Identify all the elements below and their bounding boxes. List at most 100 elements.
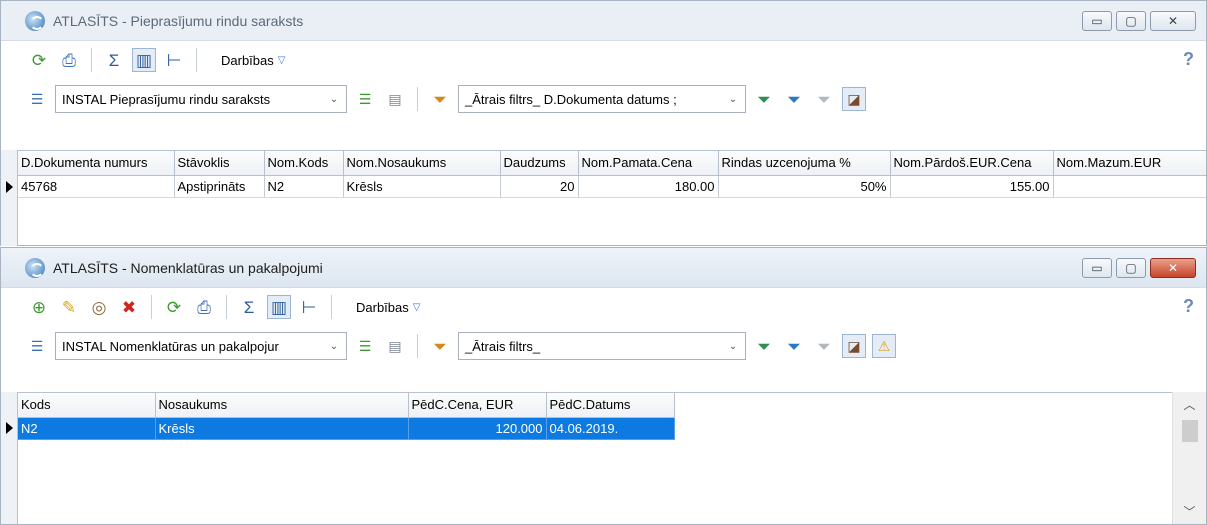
minimize-button[interactable]: ▭	[1082, 258, 1112, 278]
column-header[interactable]: Nom.Pārdoš.EUR.Cena	[890, 151, 1054, 176]
filter-settings-icon[interactable]: ⏷	[782, 87, 806, 111]
scroll-down-icon[interactable]: ﹀	[1173, 503, 1206, 520]
chevron-down-icon: ⌄	[728, 340, 738, 352]
requests-window: ATLASĪTS - Pieprasījumu rindu saraksts ▭…	[0, 0, 1207, 246]
scroll-thumb[interactable]	[1182, 420, 1198, 442]
table-cell[interactable]: N2	[18, 417, 156, 440]
filter-select[interactable]: _Ātrais filtrs_ ⌄	[458, 332, 746, 360]
layout-select[interactable]: INSTAL Nomenklatūras un pakalpojur ⌄	[55, 332, 347, 360]
row-indicator-column	[1, 392, 18, 524]
column-header[interactable]: Stāvoklis	[174, 151, 265, 176]
chevron-down-icon: ⌄	[329, 93, 339, 105]
column-header[interactable]: Rindas uzcenojuma %	[718, 151, 891, 176]
app-icon	[25, 257, 45, 278]
table-cell[interactable]: Apstiprināts	[174, 175, 265, 198]
refresh-icon[interactable]: ⟳	[27, 48, 51, 72]
filter-icon[interactable]: ⏷	[428, 87, 452, 111]
table-cell[interactable]: 50%	[718, 175, 891, 198]
toolbar-separator	[226, 295, 227, 319]
table-header: D.Dokumenta numurs Stāvoklis Nom.Kods No…	[18, 151, 1206, 176]
print-icon[interactable]: ⎙	[192, 295, 216, 319]
table-header: Kods Nosaukums PēdC.Cena, EUR PēdC.Datum…	[18, 393, 675, 418]
nomenclature-table: Kods Nosaukums PēdC.Cena, EUR PēdC.Datum…	[18, 393, 675, 440]
actions-menu[interactable]: Darbības ▽	[356, 300, 420, 315]
edit-icon[interactable]: ✎	[57, 295, 81, 319]
column-header[interactable]: Nom.Pamata.Cena	[578, 151, 719, 176]
table-cell[interactable]: Krēsls	[343, 175, 501, 198]
sum-icon[interactable]: Σ	[102, 48, 126, 72]
edit-layout-icon[interactable]: ▤	[383, 87, 407, 111]
chevron-down-icon: ⌄	[329, 340, 339, 352]
filter-select[interactable]: _Ātrais filtrs_ D.Dokumenta datums ; ⌄	[458, 85, 746, 113]
new-record-icon[interactable]: ⊕	[27, 295, 51, 319]
add-layout-icon[interactable]: ☰	[353, 87, 377, 111]
column-header[interactable]: Kods	[18, 393, 156, 418]
row-indicator-column	[1, 150, 18, 246]
view-icon[interactable]: ◎	[87, 295, 111, 319]
toolbar-separator	[417, 334, 418, 358]
scroll-up-icon[interactable]: ︿	[1173, 396, 1206, 413]
column-header[interactable]: D.Dokumenta numurs	[18, 151, 175, 176]
table-row[interactable]: 45768 Apstiprināts N2 Krēsls 20 180.00 5…	[18, 175, 1206, 198]
add-layout-icon[interactable]: ☰	[353, 334, 377, 358]
table-cell[interactable]: 04.06.2019.	[546, 417, 675, 440]
table-cell[interactable]: 120.000	[408, 417, 547, 440]
toolbar-separator	[331, 295, 332, 319]
toolbar-separator	[91, 48, 92, 72]
column-header[interactable]: Nosaukums	[155, 393, 409, 418]
window-title: ATLASĪTS - Nomenklatūras un pakalpojumi	[53, 259, 323, 276]
sum-icon[interactable]: Σ	[237, 295, 261, 319]
remove-filter-icon[interactable]: ⏷	[812, 334, 836, 358]
filter-settings-icon[interactable]: ⏷	[782, 334, 806, 358]
minimize-button[interactable]: ▭	[1082, 11, 1112, 31]
user-filter-icon[interactable]: ◪	[842, 334, 866, 358]
toolbar-separator	[417, 87, 418, 111]
app-icon	[25, 10, 45, 31]
filter-icon[interactable]: ⏷	[428, 334, 452, 358]
table-cell[interactable]	[1053, 175, 1206, 198]
help-icon[interactable]: ?	[1183, 49, 1194, 70]
delete-icon[interactable]: ✖	[117, 295, 141, 319]
maximize-button[interactable]: ▢	[1116, 11, 1146, 31]
current-row-icon	[6, 181, 13, 193]
layout-select[interactable]: INSTAL Pieprasījumu rindu saraksts ⌄	[55, 85, 347, 113]
table-cell[interactable]: N2	[264, 175, 344, 198]
tree-icon[interactable]: ⊢	[297, 295, 321, 319]
actions-menu[interactable]: Darbības ▽	[221, 53, 285, 68]
table-cell[interactable]: 155.00	[890, 175, 1054, 198]
chevron-down-icon: ▽	[412, 301, 421, 313]
table-cell[interactable]: Krēsls	[155, 417, 409, 440]
vertical-scrollbar[interactable]: ︿ ﹀	[1172, 392, 1206, 524]
warning-filter-icon[interactable]: ⚠	[872, 334, 896, 358]
column-header[interactable]: Nom.Nosaukums	[343, 151, 501, 176]
table-row[interactable]: N2 Krēsls 120.000 04.06.2019.	[18, 417, 675, 440]
toolbar-separator	[151, 295, 152, 319]
refresh-icon[interactable]: ⟳	[162, 295, 186, 319]
add-filter-icon[interactable]: ⏷	[752, 334, 776, 358]
window-titlebar[interactable]: ATLASĪTS - Nomenklatūras un pakalpojumi …	[1, 248, 1206, 288]
tree-icon[interactable]: ⊢	[162, 48, 186, 72]
add-filter-icon[interactable]: ⏷	[752, 87, 776, 111]
window-titlebar[interactable]: ATLASĪTS - Pieprasījumu rindu saraksts ▭…	[1, 1, 1206, 41]
user-filter-icon[interactable]: ◪	[842, 87, 866, 111]
columns-icon[interactable]: ▥	[132, 48, 156, 72]
column-header[interactable]: PēdC.Cena, EUR	[408, 393, 547, 418]
close-button[interactable]: ✕	[1150, 258, 1196, 278]
columns-icon[interactable]: ▥	[267, 295, 291, 319]
column-header[interactable]: Nom.Mazum.EUR	[1053, 151, 1206, 176]
requests-grid: D.Dokumenta numurs Stāvoklis Nom.Kods No…	[18, 150, 1206, 246]
edit-layout-icon[interactable]: ▤	[383, 334, 407, 358]
table-cell[interactable]: 180.00	[578, 175, 719, 198]
remove-filter-icon[interactable]: ⏷	[812, 87, 836, 111]
current-row-icon	[6, 422, 13, 434]
column-header[interactable]: PēdC.Datums	[546, 393, 675, 418]
help-icon[interactable]: ?	[1183, 296, 1194, 317]
close-button[interactable]: ✕	[1150, 11, 1196, 31]
maximize-button[interactable]: ▢	[1116, 258, 1146, 278]
toolbar-separator	[196, 48, 197, 72]
table-cell[interactable]: 45768	[18, 175, 175, 198]
print-icon[interactable]: ⎙	[57, 48, 81, 72]
column-header[interactable]: Nom.Kods	[264, 151, 344, 176]
table-cell[interactable]: 20	[500, 175, 579, 198]
column-header[interactable]: Daudzums	[500, 151, 579, 176]
